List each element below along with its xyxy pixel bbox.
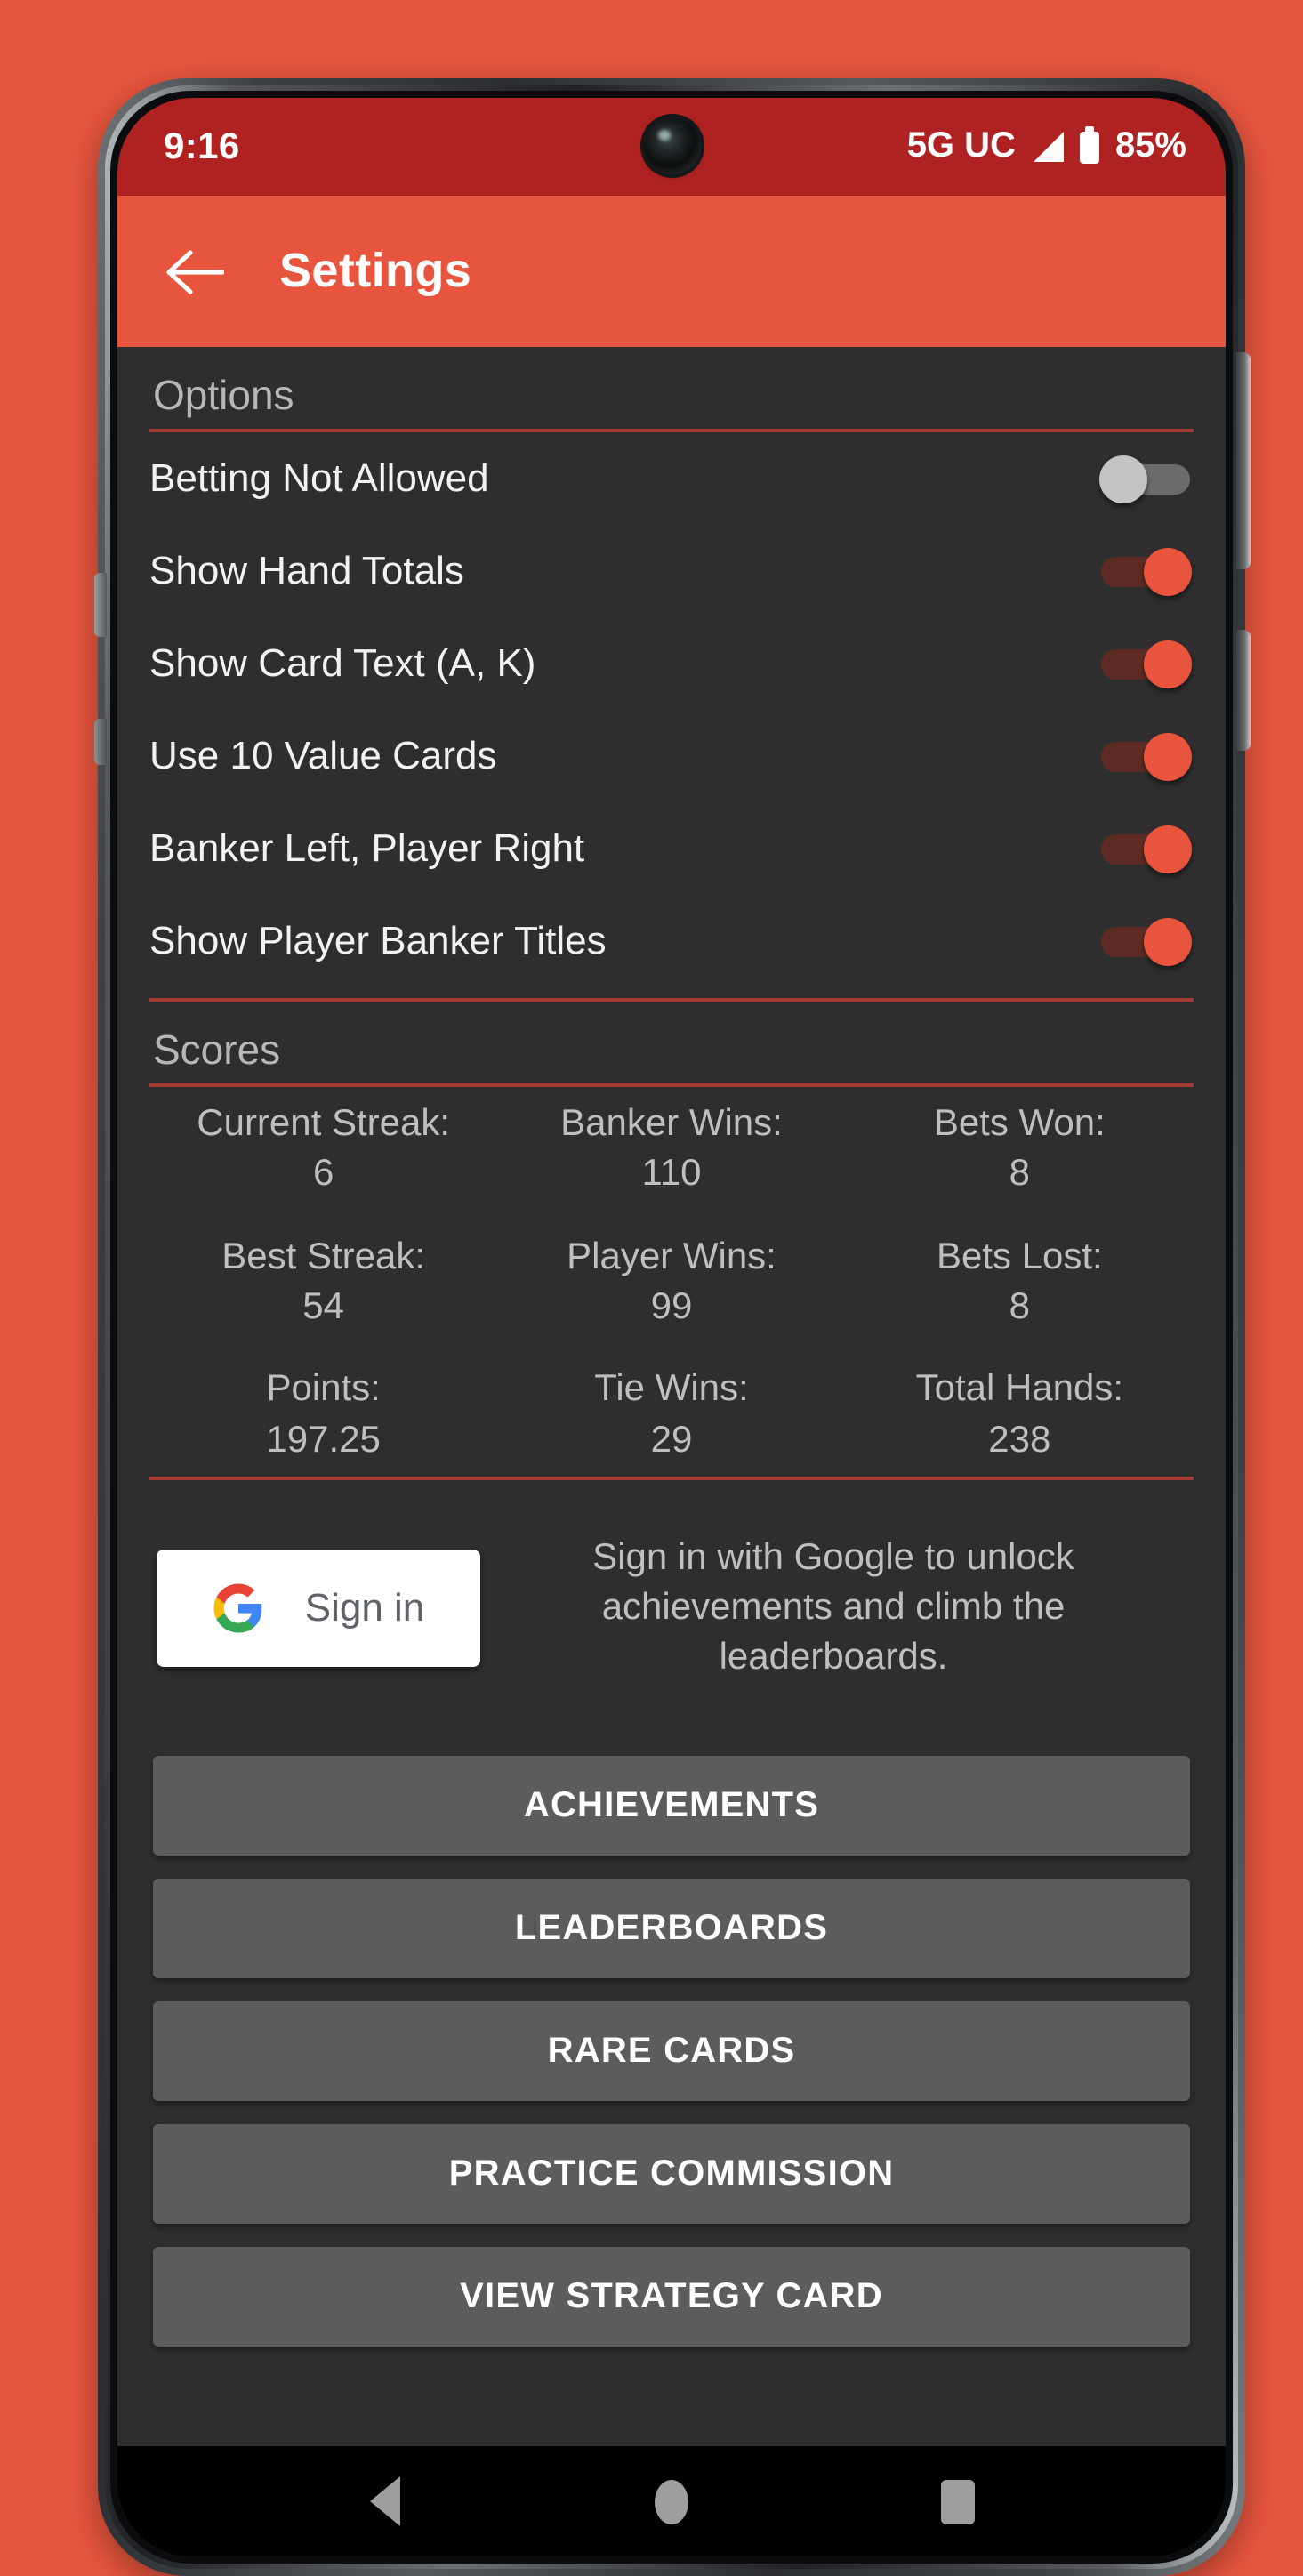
- power-button[interactable]: [1236, 630, 1251, 751]
- app-bar: Settings: [117, 196, 1226, 347]
- toggle-thumb: [1144, 733, 1192, 781]
- phone-bezel: 9:16 5G UC 85% Settings Options Betting …: [117, 98, 1226, 2556]
- option-label: Show Player Banker Titles: [149, 918, 607, 962]
- signin-help-text: Sign in with Google to unlock achievemen…: [592, 1537, 1074, 1677]
- option-row-use-10-value-cards[interactable]: Use 10 Value Cards: [149, 710, 1194, 802]
- page-title: Settings: [279, 244, 472, 297]
- toggle-thumb: [1099, 455, 1147, 503]
- score-value: 8: [1009, 1153, 1030, 1195]
- option-label: Betting Not Allowed: [149, 455, 489, 500]
- volume-rocker-button[interactable]: [1236, 352, 1251, 569]
- action-buttons-list: ACHIEVEMENTS LEADERBOARDS RARE CARDS PRA…: [153, 1756, 1190, 2347]
- nav-back-button[interactable]: [337, 2453, 433, 2549]
- toggle-use-10-value-cards[interactable]: [1101, 729, 1194, 783]
- android-navigation-bar: [117, 2446, 1226, 2556]
- score-cell-player-wins: Player Wins: 99: [497, 1232, 845, 1332]
- toggle-thumb: [1144, 825, 1192, 873]
- status-bar-clock: 9:16: [164, 125, 240, 166]
- status-bar-indicators: 5G UC 85%: [906, 125, 1186, 167]
- score-value: 197.25: [266, 1419, 381, 1461]
- score-label: Bets Won:: [933, 1103, 1106, 1144]
- rare-cards-button[interactable]: RARE CARDS: [153, 2001, 1190, 2102]
- toggle-betting-not-allowed[interactable]: [1099, 452, 1194, 505]
- side-button-left-bottom[interactable]: [94, 719, 107, 765]
- network-type-label: 5G UC: [906, 126, 1016, 165]
- status-bar: 9:16 5G UC 85%: [117, 98, 1226, 196]
- signal-triangle-icon: [1033, 132, 1064, 162]
- phone-screen: 9:16 5G UC 85% Settings Options Betting …: [117, 98, 1226, 2556]
- view-strategy-card-button[interactable]: VIEW STRATEGY CARD: [153, 2247, 1190, 2347]
- option-label: Use 10 Value Cards: [149, 733, 497, 777]
- toggle-thumb: [1144, 640, 1192, 688]
- score-cell-points: Points: 197.25: [149, 1365, 497, 1466]
- score-value: 238: [988, 1419, 1051, 1461]
- google-signin-label: Sign in: [304, 1584, 425, 1630]
- score-value: 8: [1009, 1286, 1030, 1328]
- option-row-betting-not-allowed[interactable]: Betting Not Allowed: [149, 432, 1194, 525]
- score-cell-total-hands: Total Hands: 238: [846, 1365, 1194, 1466]
- options-section-header: Options: [149, 347, 1194, 432]
- google-signin-block: Sign in Sign in with Google to unlock ac…: [157, 1534, 1186, 1681]
- achievements-button[interactable]: ACHIEVEMENTS: [153, 1756, 1190, 1856]
- score-label: Tie Wins:: [594, 1368, 749, 1410]
- score-label: Player Wins:: [567, 1236, 776, 1277]
- battery-percent-label: 85%: [1114, 126, 1186, 165]
- score-value: 6: [312, 1153, 334, 1195]
- nav-home-button[interactable]: [623, 2453, 720, 2549]
- toggle-banker-left-player-right[interactable]: [1101, 822, 1194, 875]
- toggle-show-hand-totals[interactable]: [1101, 544, 1194, 598]
- leaderboards-button[interactable]: LEADERBOARDS: [153, 1879, 1190, 1979]
- option-row-banker-left-player-right[interactable]: Banker Left, Player Right: [149, 802, 1194, 895]
- option-row-show-hand-totals[interactable]: Show Hand Totals: [149, 525, 1194, 617]
- toggle-show-card-text[interactable]: [1101, 637, 1194, 690]
- scores-section-header: Scores: [149, 1002, 1194, 1087]
- score-cell-tie-wins: Tie Wins: 29: [497, 1365, 845, 1466]
- toggle-thumb: [1144, 918, 1192, 966]
- arrow-left-icon: [166, 249, 224, 294]
- score-cell-current-streak: Current Streak: 6: [149, 1099, 497, 1200]
- option-row-show-card-text[interactable]: Show Card Text (A, K): [149, 617, 1194, 710]
- score-cell-bets-lost: Bets Lost: 8: [846, 1232, 1194, 1332]
- score-cell-banker-wins: Banker Wins: 110: [497, 1099, 845, 1200]
- option-label: Banker Left, Player Right: [149, 825, 585, 870]
- score-value: 110: [641, 1153, 702, 1195]
- nav-recents-button[interactable]: [910, 2453, 1006, 2549]
- practice-commission-button[interactable]: PRACTICE COMMISSION: [153, 2124, 1190, 2225]
- option-label: Show Hand Totals: [149, 548, 464, 592]
- side-button-left-top[interactable]: [94, 573, 107, 637]
- toggle-thumb: [1144, 548, 1192, 596]
- option-label: Show Card Text (A, K): [149, 640, 536, 685]
- score-cell-bets-won: Bets Won: 8: [846, 1099, 1194, 1200]
- front-camera-punch-hole: [643, 117, 700, 174]
- scores-grid: Current Streak: 6 Banker Wins: 110 Bets …: [149, 1099, 1194, 1481]
- score-label: Best Streak:: [221, 1236, 426, 1277]
- score-cell-best-streak: Best Streak: 54: [149, 1232, 497, 1332]
- nav-home-circle-icon: [655, 2479, 688, 2524]
- score-value: 29: [650, 1419, 693, 1461]
- option-row-show-player-banker-titles[interactable]: Show Player Banker Titles: [149, 895, 1194, 987]
- nav-back-triangle-icon: [370, 2476, 400, 2526]
- score-label: Bets Lost:: [936, 1236, 1103, 1277]
- score-label: Total Hands:: [915, 1368, 1124, 1410]
- phone-device-frame: 9:16 5G UC 85% Settings Options Betting …: [94, 78, 1251, 2576]
- google-g-icon: [214, 1582, 263, 1632]
- score-label: Banker Wins:: [560, 1103, 783, 1144]
- nav-recents-square-icon: [941, 2479, 975, 2524]
- score-value: 99: [650, 1286, 693, 1328]
- score-label: Current Streak:: [197, 1103, 451, 1144]
- score-value: 54: [302, 1286, 344, 1328]
- settings-content: Options Betting Not Allowed Show Hand To…: [117, 347, 1226, 2446]
- battery-icon: [1079, 125, 1099, 163]
- back-arrow-button[interactable]: [153, 230, 235, 312]
- score-label: Points:: [266, 1368, 381, 1410]
- google-signin-button[interactable]: Sign in: [157, 1549, 480, 1667]
- toggle-show-player-banker-titles[interactable]: [1101, 914, 1194, 968]
